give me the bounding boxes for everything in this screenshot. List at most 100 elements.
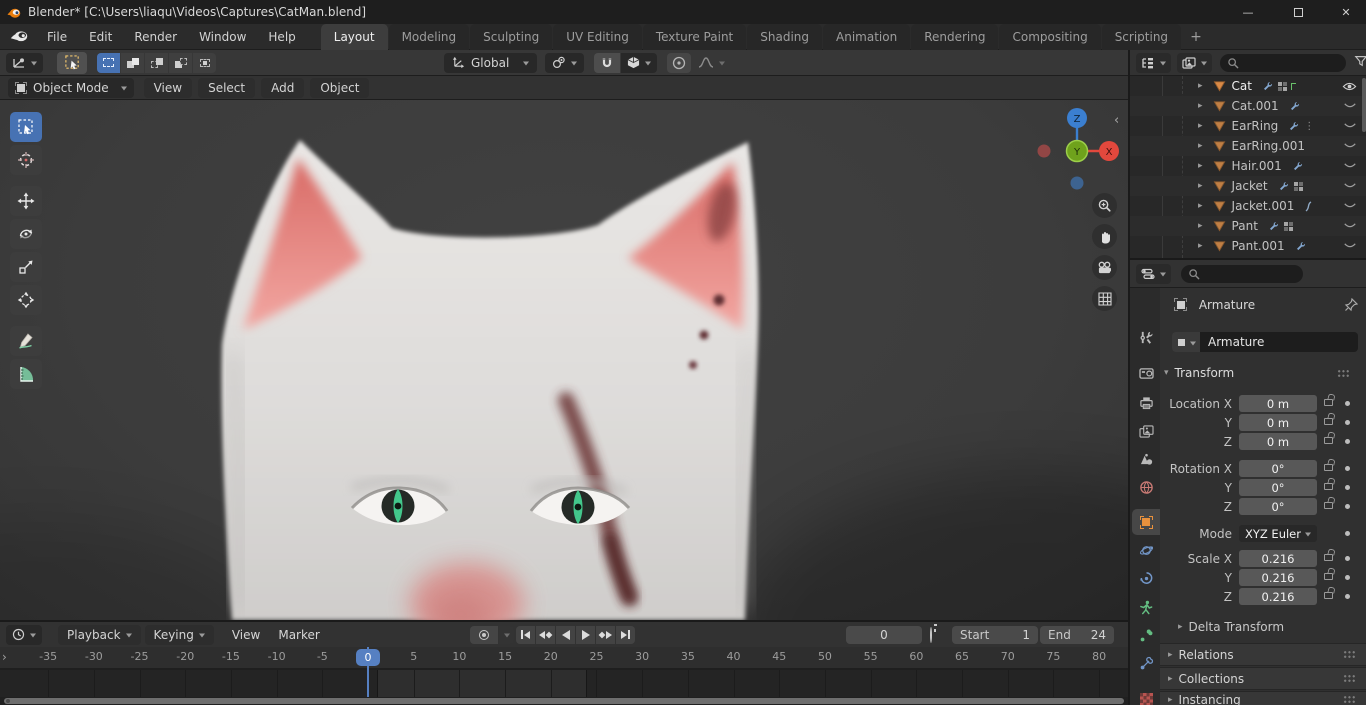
workspace-tab-animation[interactable]: Animation	[823, 23, 911, 50]
animate-dot[interactable]	[1345, 485, 1350, 490]
delta-transform-subpanel[interactable]: ▸ Delta Transform	[1178, 620, 1284, 634]
tool-scale[interactable]	[10, 252, 42, 282]
location-z-field[interactable]: 0 m	[1239, 433, 1317, 450]
outliner-scrollbar[interactable]	[1362, 78, 1366, 132]
animate-dot[interactable]	[1345, 466, 1350, 471]
viewport-menu-object[interactable]: Object	[310, 77, 370, 98]
outliner-row-hair001[interactable]: ▸ Hair.001	[1130, 156, 1366, 176]
panel-grip-handle[interactable]	[1343, 695, 1356, 704]
select-mode-set[interactable]	[97, 52, 120, 73]
object-name[interactable]: Cat.001	[1232, 99, 1279, 113]
tab-bone-constraints[interactable]	[1132, 650, 1160, 676]
animate-dot[interactable]	[1345, 401, 1350, 406]
outliner-row-pant001[interactable]: ▸ Pant.001	[1130, 236, 1366, 256]
workspace-tab-texture-paint[interactable]: Texture Paint	[642, 23, 747, 50]
frame-start-field[interactable]: Start 1	[952, 625, 1038, 644]
pin-icon[interactable]	[1344, 298, 1358, 312]
select-mode-invert[interactable]	[169, 52, 192, 73]
animate-dot[interactable]	[1345, 575, 1350, 580]
close-button[interactable]: ✕	[1326, 0, 1366, 24]
timeline-editor-type[interactable]	[6, 624, 42, 645]
viewport-menu-view[interactable]: View	[143, 77, 193, 98]
outliner-row-cat[interactable]: ▸ Cat	[1130, 76, 1366, 96]
lock-icon[interactable]	[1324, 464, 1333, 471]
select-mode-subtract[interactable]	[145, 52, 168, 73]
workspace-tab-rendering[interactable]: Rendering	[911, 23, 999, 50]
play-button[interactable]	[576, 625, 595, 644]
viewport-menu-add[interactable]: Add	[261, 77, 305, 98]
object-id-browse[interactable]	[1172, 332, 1200, 352]
timeline-body[interactable]	[0, 670, 1128, 697]
expand-icon[interactable]: ▸	[1198, 161, 1203, 171]
pivot-point-dropdown[interactable]	[545, 52, 585, 73]
frame-end-field[interactable]: End 24	[1040, 625, 1114, 644]
object-name[interactable]: Hair.001	[1232, 159, 1282, 173]
collections-panel[interactable]: ▸ Collections	[1160, 667, 1366, 690]
properties-search-input[interactable]	[1181, 264, 1303, 283]
outliner-row-pant[interactable]: ▸ Pant	[1130, 216, 1366, 236]
tool-select-box[interactable]	[10, 112, 42, 142]
breadcrumb-label[interactable]: Armature	[1199, 298, 1255, 312]
relations-panel[interactable]: ▸ Relations	[1160, 643, 1366, 666]
outliner-filter-button[interactable]	[1354, 54, 1366, 71]
use-preview-range-toggle[interactable]	[930, 626, 932, 643]
auto-keying-toggle[interactable]	[470, 625, 498, 644]
lock-icon[interactable]	[1324, 418, 1333, 425]
menu-file[interactable]: File	[36, 26, 78, 48]
lock-icon[interactable]	[1324, 437, 1333, 444]
timeline-view-menu[interactable]: View	[226, 628, 266, 642]
outliner-row-earring001[interactable]: ▸ EarRing.001	[1130, 136, 1366, 156]
tab-render[interactable]	[1132, 360, 1160, 386]
visibility-eye-closed-icon[interactable]	[1343, 242, 1357, 250]
scale-z-field[interactable]: 0.216	[1239, 588, 1317, 605]
outliner-row-jacket001[interactable]: ▸ Jacket.001	[1130, 196, 1366, 216]
workspace-tab-scripting[interactable]: Scripting	[1101, 23, 1182, 50]
viewport-perspective-toggle[interactable]	[1092, 286, 1117, 311]
lock-icon[interactable]	[1324, 502, 1333, 509]
editor-type-selector[interactable]	[6, 52, 43, 73]
jump-to-start-button[interactable]	[516, 625, 535, 644]
rotation-x-field[interactable]: 0°	[1239, 460, 1317, 477]
viewport-3d[interactable]: Z Y X ‹	[0, 100, 1128, 620]
viewport-zoom-button[interactable]	[1092, 193, 1117, 218]
add-workspace-button[interactable]: +	[1182, 29, 1210, 45]
expand-icon[interactable]: ▸	[1198, 121, 1203, 131]
lock-icon[interactable]	[1324, 592, 1333, 599]
timeline-collapse-arrow[interactable]: ›	[2, 650, 7, 664]
visibility-eye-closed-icon[interactable]	[1343, 102, 1357, 110]
maximize-button[interactable]	[1278, 0, 1318, 24]
instancing-panel[interactable]: ▸ Instancing	[1160, 691, 1366, 705]
object-name[interactable]: Pant.001	[1232, 239, 1285, 253]
animate-dot[interactable]	[1345, 556, 1350, 561]
tool-transform[interactable]	[10, 285, 42, 315]
viewport-camera-button[interactable]	[1092, 255, 1117, 280]
tab-texture[interactable]	[1132, 686, 1160, 705]
keying-menu[interactable]: Keying	[144, 624, 214, 645]
object-name[interactable]: Jacket.001	[1232, 199, 1295, 213]
timeline-scrollbar-thumb[interactable]	[4, 698, 1124, 704]
tool-annotate[interactable]	[10, 326, 42, 356]
animate-dot[interactable]	[1345, 594, 1350, 599]
expand-icon[interactable]: ▸	[1198, 101, 1203, 111]
previous-keyframe-button[interactable]	[536, 625, 555, 644]
visibility-eye-closed-icon[interactable]	[1343, 122, 1357, 130]
outliner-editor-type[interactable]	[1136, 52, 1171, 73]
outliner-display-mode[interactable]	[1177, 52, 1212, 73]
scale-y-field[interactable]: 0.216	[1239, 569, 1317, 586]
timeline-marker-menu[interactable]: Marker	[272, 628, 325, 642]
expand-icon[interactable]: ▸	[1198, 221, 1203, 231]
timeline-ruler[interactable]: -35 -30 -25 -20 -15 -10 -5 0 5 10 15 20 25 30 35 40 45 50…	[0, 647, 1128, 669]
timeline-scrollbar[interactable]	[0, 697, 1128, 705]
select-mode-extend[interactable]	[121, 52, 144, 73]
outliner-row-earring[interactable]: ▸ EarRing ⋮	[1130, 116, 1366, 136]
visibility-eye-open-icon[interactable]	[1342, 81, 1357, 92]
visibility-eye-closed-icon[interactable]	[1343, 162, 1357, 170]
visibility-eye-closed-icon[interactable]	[1343, 142, 1357, 150]
select-mode-intersect[interactable]	[193, 52, 216, 73]
expand-icon[interactable]: ▸	[1198, 81, 1203, 91]
expand-icon[interactable]: ▸	[1198, 181, 1203, 191]
minimize-button[interactable]: —	[1228, 0, 1268, 24]
next-keyframe-button[interactable]	[596, 625, 615, 644]
menu-edit[interactable]: Edit	[78, 26, 123, 48]
animate-dot[interactable]	[1345, 439, 1350, 444]
